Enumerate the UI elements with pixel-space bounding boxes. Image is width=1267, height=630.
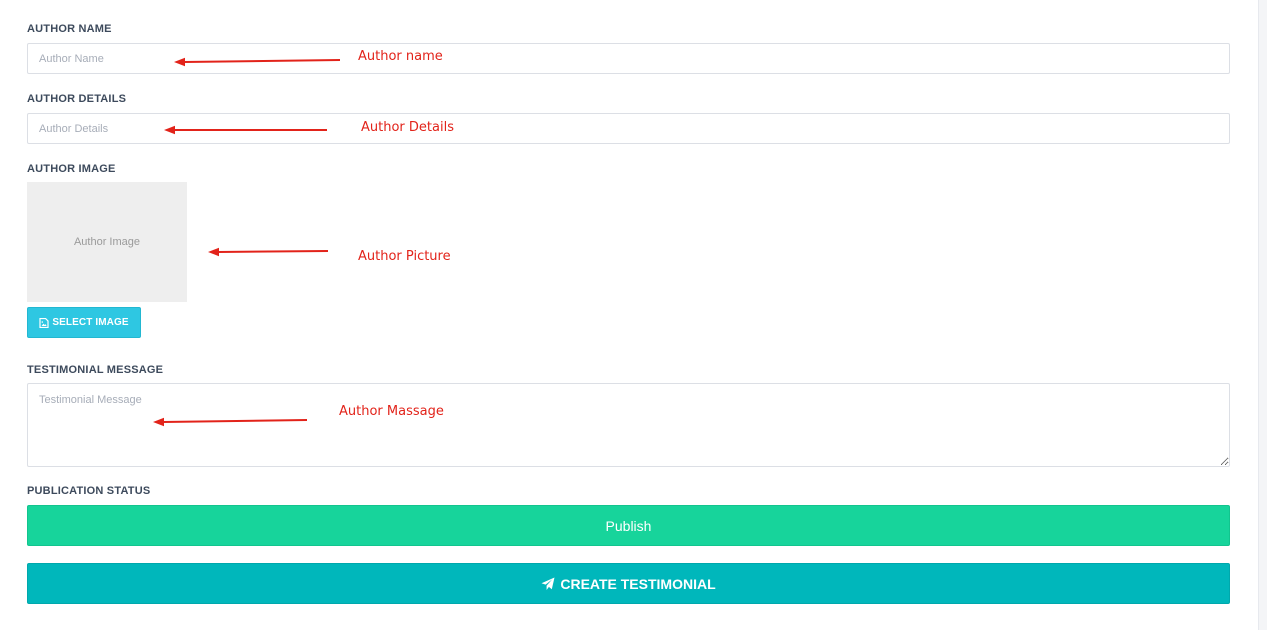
scrollbar-track[interactable]: [1258, 0, 1267, 630]
publish-status-button[interactable]: Publish: [27, 505, 1230, 546]
create-testimonial-label: CREATE TESTIMONIAL: [560, 575, 716, 592]
annotation-author-details: Author Details: [361, 120, 454, 135]
annotation-author-message: Author Massage: [339, 404, 444, 419]
create-testimonial-button[interactable]: CREATE TESTIMONIAL: [27, 563, 1230, 604]
annotation-arrow-author-picture: [208, 247, 329, 257]
author-details-label: AUTHOR DETAILS: [27, 93, 127, 105]
select-image-button[interactable]: SELECT IMAGE: [27, 307, 141, 338]
annotation-arrow-author-message: [153, 417, 308, 427]
select-image-label: SELECT IMAGE: [52, 317, 129, 328]
annotation-arrow-author-name: [174, 57, 341, 67]
publish-status-text: Publish: [605, 517, 652, 534]
annotation-author-picture: Author Picture: [358, 249, 451, 264]
author-name-label: AUTHOR NAME: [27, 23, 112, 35]
paper-plane-icon: [541, 577, 555, 590]
author-image-preview: Author Image: [27, 182, 187, 302]
author-image-placeholder-text: Author Image: [73, 236, 141, 248]
publication-status-label: PUBLICATION STATUS: [27, 485, 151, 497]
image-file-icon: [39, 317, 49, 328]
author-image-label: AUTHOR IMAGE: [27, 163, 116, 175]
annotation-arrow-author-details: [164, 125, 327, 135]
testimonial-message-label: TESTIMONIAL MESSAGE: [27, 364, 164, 376]
testimonial-form-page: AUTHOR NAME AUTHOR DETAILS AUTHOR IMAGE …: [0, 0, 1267, 630]
annotation-author-name: Author name: [358, 49, 443, 64]
